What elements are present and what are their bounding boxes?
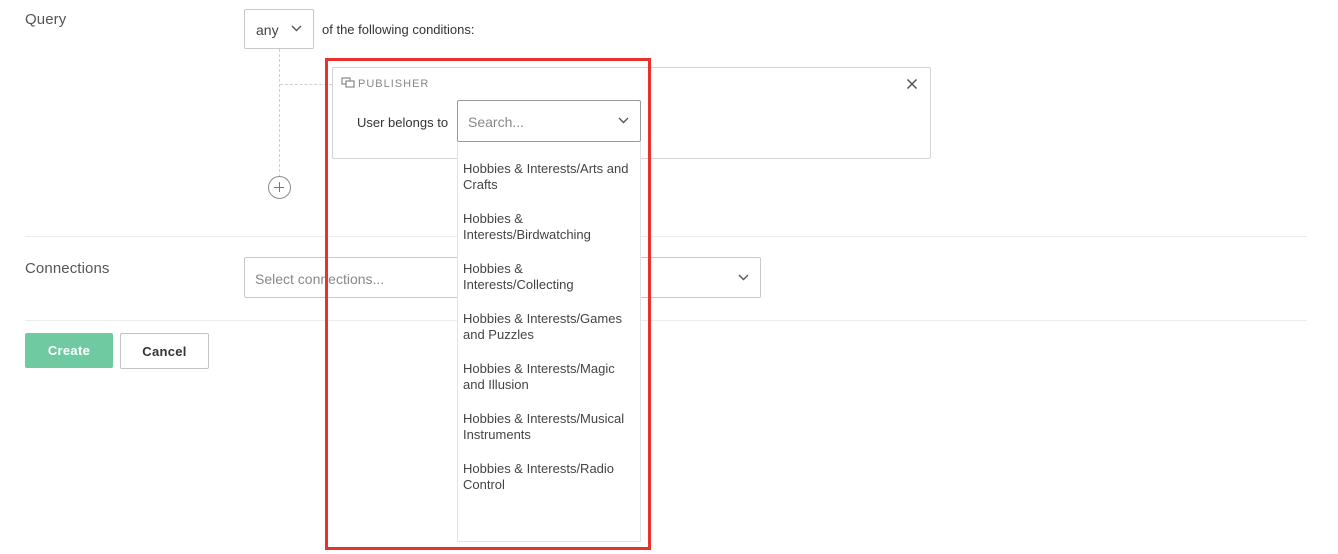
dropdown-option[interactable]: Hobbies & Interests/Games and Puzzles bbox=[458, 293, 640, 343]
close-icon[interactable] bbox=[905, 77, 919, 91]
segment-dropdown-list: Hobbies & Interests/Arts and Crafts Hobb… bbox=[457, 142, 641, 542]
section-divider bbox=[25, 236, 1307, 237]
user-belongs-to-label: User belongs to bbox=[357, 115, 449, 130]
dropdown-option[interactable]: Hobbies & Interests/Radio Control bbox=[458, 443, 640, 493]
query-label: Query bbox=[25, 11, 67, 28]
chevron-down-icon bbox=[618, 117, 629, 124]
chevron-down-icon bbox=[738, 274, 749, 281]
create-button[interactable]: Create bbox=[25, 333, 113, 368]
chevron-down-icon bbox=[291, 25, 302, 32]
dropdown-option[interactable]: Hobbies & Interests/Musical Instruments bbox=[458, 393, 640, 443]
match-type-select[interactable]: any bbox=[244, 9, 314, 49]
publisher-icon bbox=[341, 77, 355, 88]
segment-search-select[interactable]: Search... bbox=[457, 100, 641, 142]
connections-label: Connections bbox=[25, 260, 110, 277]
section-divider bbox=[25, 320, 1307, 321]
conditions-text: of the following conditions: bbox=[322, 22, 475, 37]
condition-type-label: PUBLISHER bbox=[358, 78, 430, 90]
connections-placeholder: Select connections... bbox=[255, 271, 385, 287]
dropdown-option[interactable]: Hobbies & Interests/Birdwatching bbox=[458, 193, 640, 243]
segment-search-placeholder: Search... bbox=[468, 114, 525, 130]
match-type-value: any bbox=[256, 22, 279, 38]
tree-connector-horizontal bbox=[280, 84, 332, 85]
dropdown-option[interactable]: Hobbies & Interests/Collecting bbox=[458, 243, 640, 293]
cancel-button[interactable]: Cancel bbox=[120, 333, 209, 369]
dropdown-option[interactable]: Hobbies & Interests/Arts and Crafts bbox=[458, 142, 640, 193]
add-condition-icon[interactable] bbox=[268, 176, 291, 199]
tree-connector-vertical bbox=[279, 49, 280, 177]
dropdown-option[interactable]: Hobbies & Interests/Magic and Illusion bbox=[458, 343, 640, 393]
